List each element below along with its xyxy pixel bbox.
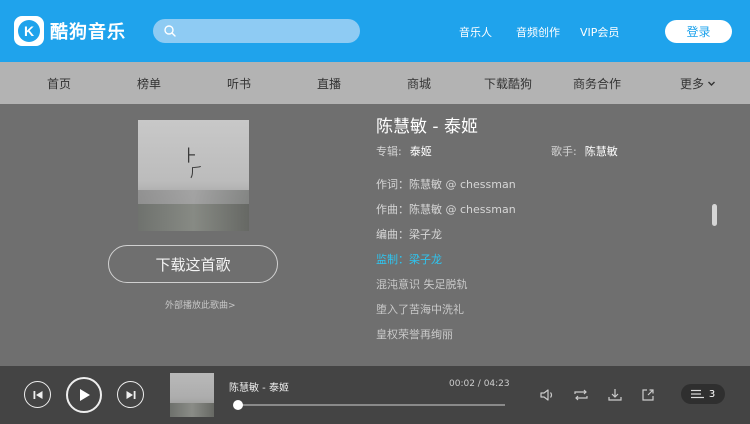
download-icon[interactable] — [606, 386, 624, 404]
play-icon — [80, 389, 90, 401]
singer-name[interactable]: 陈慧敏 — [585, 145, 618, 158]
share-icon[interactable] — [639, 386, 657, 404]
song-title: 陈慧敏 - 泰姬 — [376, 117, 478, 137]
nav-item-home[interactable]: 首页 — [47, 75, 71, 92]
progress-track[interactable] — [235, 404, 505, 406]
main-nav: 首页 榜单 听书 直播 商城 下载酷狗 商务合作 更多 — [0, 62, 750, 104]
top-bar: K 酷狗音乐 音乐人 音频创作 VIP会员 登录 — [0, 0, 750, 62]
singer-info: 歌手: 陈慧敏 — [551, 143, 618, 159]
logo-letter: K — [18, 20, 40, 42]
nav-item-charts[interactable]: 榜单 — [137, 75, 161, 92]
nav-item-business[interactable]: 商务合作 — [573, 75, 621, 92]
download-song-button[interactable]: 下载这首歌 — [108, 245, 278, 283]
nav-item-store[interactable]: 商城 — [407, 75, 431, 92]
prev-button[interactable] — [24, 381, 51, 408]
now-playing-title: 陈慧敏 - 泰姬 — [229, 383, 289, 394]
lyrics-scrollbar[interactable] — [712, 204, 717, 226]
playlist-icon — [690, 389, 704, 399]
nav-item-download-app[interactable]: 下载酷狗 — [484, 75, 532, 92]
login-button[interactable]: 登录 — [665, 20, 732, 43]
link-audio-creation[interactable]: 音频创作 — [516, 24, 560, 40]
song-panel: ⺊ ⺁ 下载这首歌 外部播放此歌曲> 陈慧敏 - 泰姬 专辑: 泰姬 歌手: 陈慧敏… — [0, 104, 750, 366]
player-bar: 陈慧敏 - 泰姬 00:02 / 04:23 3 — [0, 366, 750, 424]
thumb-landscape — [170, 403, 214, 417]
play-button[interactable] — [66, 377, 102, 413]
lyric-line: 作词：陈慧敏 @ chessman — [376, 178, 516, 191]
logo[interactable]: K 酷狗音乐 — [14, 15, 126, 47]
nav-item-audiobooks[interactable]: 听书 — [227, 75, 251, 92]
lyric-line: 皇权荣誉再绚丽 — [376, 328, 453, 341]
next-button[interactable] — [117, 381, 144, 408]
next-icon — [126, 390, 135, 399]
repeat-icon[interactable] — [572, 386, 590, 404]
lyric-line: 堕入了苦海中洗礼 — [376, 303, 464, 316]
link-musician[interactable]: 音乐人 — [459, 24, 492, 40]
progress-handle[interactable] — [233, 400, 244, 410]
prev-icon — [33, 390, 42, 399]
cover-calligraphy-2: ⺁ — [190, 166, 204, 181]
cover-landscape — [138, 204, 249, 231]
playback-time: 00:02 / 04:23 — [449, 379, 510, 389]
album-cover: ⺊ ⺁ — [138, 120, 249, 231]
lyric-line-active: 监制：梁子龙 — [376, 253, 442, 266]
search-input[interactable] — [153, 19, 360, 43]
brand-name: 酷狗音乐 — [50, 22, 126, 43]
chevron-down-icon — [708, 81, 716, 86]
now-playing-cover[interactable] — [170, 373, 214, 417]
singer-label: 歌手: — [551, 145, 577, 158]
nav-item-more[interactable]: 更多 — [680, 75, 716, 92]
lyric-line: 作曲：陈慧敏 @ chessman — [376, 203, 516, 216]
album-name[interactable]: 泰姬 — [410, 145, 432, 158]
link-vip[interactable]: VIP会员 — [580, 24, 619, 40]
volume-icon[interactable] — [538, 386, 556, 404]
nav-more-label: 更多 — [680, 77, 705, 91]
logo-icon: K — [14, 16, 44, 46]
lyric-line: 混沌意识 失足脱轨 — [376, 278, 468, 291]
nav-item-live[interactable]: 直播 — [317, 75, 341, 92]
queue-count: 3 — [708, 388, 716, 400]
external-play-link[interactable]: 外部播放此歌曲> — [165, 298, 236, 311]
album-label: 专辑: — [376, 145, 402, 158]
lyric-line: 编曲：梁子龙 — [376, 228, 442, 241]
playlist-button[interactable]: 3 — [681, 384, 725, 404]
album-info: 专辑: 泰姬 — [376, 143, 432, 159]
search-icon — [164, 25, 176, 37]
